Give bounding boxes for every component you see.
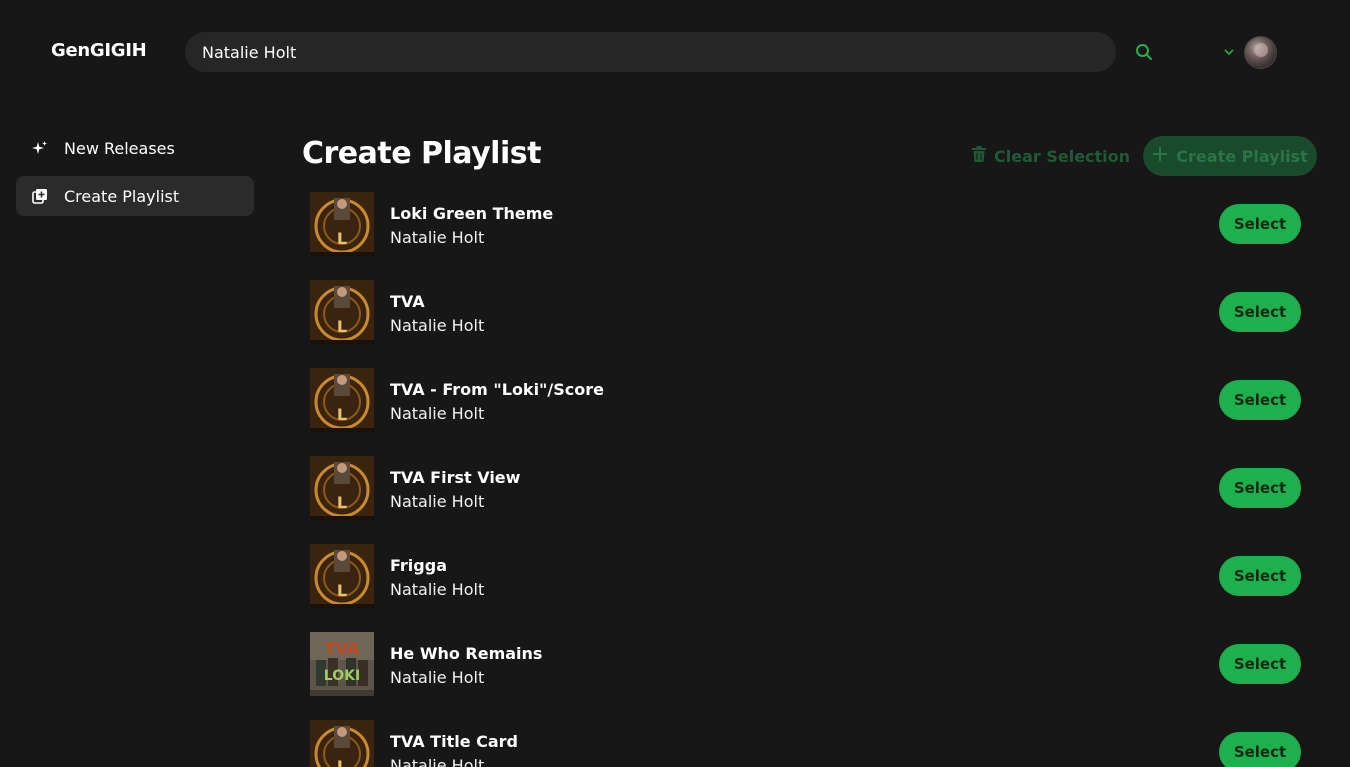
search-bar[interactable] xyxy=(185,32,1116,72)
track-info: TVA Natalie Holt xyxy=(390,290,484,338)
page-title: Create Playlist xyxy=(302,136,541,171)
track-info: TVA First View Natalie Holt xyxy=(390,466,520,514)
track-row: L Frigga Natalie Holt Select xyxy=(302,538,1317,626)
svg-text:LOKI: LOKI xyxy=(324,668,360,684)
svg-text:L: L xyxy=(337,405,347,424)
track-row: L TVA Title Card Natalie Holt Select xyxy=(302,714,1317,767)
select-button[interactable]: Select xyxy=(1219,204,1301,244)
chevron-down-icon[interactable] xyxy=(1222,45,1236,59)
plus-icon xyxy=(1152,146,1168,166)
trash-icon xyxy=(972,146,986,166)
search-input[interactable] xyxy=(202,42,1116,62)
avatar[interactable] xyxy=(1244,36,1277,69)
track-title: TVA - From "Loki"/Score xyxy=(390,380,604,399)
album-cover: L xyxy=(310,280,374,344)
select-button[interactable]: Select xyxy=(1219,644,1301,684)
sidebar-item-new-releases[interactable]: New Releases xyxy=(16,128,254,168)
track-title: He Who Remains xyxy=(390,644,543,663)
track-row: L TVA First View Natalie Holt Select xyxy=(302,450,1317,538)
track-info: TVA Title Card Natalie Holt xyxy=(390,730,518,767)
album-cover: L xyxy=(310,456,374,520)
track-artist: Natalie Holt xyxy=(390,492,485,511)
svg-text:L: L xyxy=(337,581,347,600)
select-button[interactable]: Select xyxy=(1219,292,1301,332)
track-info: Loki Green Theme Natalie Holt xyxy=(390,202,553,250)
album-cover: L xyxy=(310,720,374,767)
track-artist: Natalie Holt xyxy=(390,756,485,767)
sparkle-icon xyxy=(32,140,48,156)
svg-text:TVA: TVA xyxy=(325,639,360,658)
track-artist: Natalie Holt xyxy=(390,580,485,599)
track-artist: Natalie Holt xyxy=(390,404,485,423)
track-artist: Natalie Holt xyxy=(390,316,485,335)
sidebar-item-create-playlist[interactable]: Create Playlist xyxy=(16,176,254,216)
svg-text:L: L xyxy=(337,317,347,336)
create-playlist-button[interactable]: Create Playlist xyxy=(1143,136,1317,176)
select-button[interactable]: Select xyxy=(1219,380,1301,420)
album-cover: L xyxy=(310,544,374,608)
track-row: L Loki Green Theme Natalie Holt Select xyxy=(302,186,1317,274)
svg-text:L: L xyxy=(337,229,347,248)
svg-text:L: L xyxy=(337,757,347,767)
svg-text:L: L xyxy=(337,493,347,512)
track-row: L TVA Natalie Holt Select xyxy=(302,274,1317,362)
playlist-add-icon xyxy=(32,188,48,204)
album-cover: TVA LOKI xyxy=(310,632,374,696)
track-title: TVA xyxy=(390,292,425,311)
sidebar-item-label: Create Playlist xyxy=(64,186,180,206)
app-root: GenGIGIH New Releases xyxy=(0,0,1350,767)
track-title: TVA First View xyxy=(390,468,521,487)
track-row: L TVA - From "Loki"/Score Natalie Holt S… xyxy=(302,362,1317,450)
create-playlist-label: Create Playlist xyxy=(1176,146,1308,166)
track-title: Frigga xyxy=(390,556,447,575)
select-button[interactable]: Select xyxy=(1219,732,1301,767)
search-icon[interactable] xyxy=(1133,41,1155,63)
track-row: TVA LOKI He Who Remains Natalie Holt Sel… xyxy=(302,626,1317,714)
track-title: TVA Title Card xyxy=(390,732,518,751)
album-cover: L xyxy=(310,192,374,256)
sidebar: New Releases Create Playlist xyxy=(16,128,254,224)
album-cover: L xyxy=(310,368,374,432)
select-button[interactable]: Select xyxy=(1219,468,1301,508)
app-logo[interactable]: GenGIGIH xyxy=(51,40,147,61)
track-title: Loki Green Theme xyxy=(390,204,554,223)
track-artist: Natalie Holt xyxy=(390,668,485,687)
track-info: TVA - From "Loki"/Score Natalie Holt xyxy=(390,378,604,426)
select-button[interactable]: Select xyxy=(1219,556,1301,596)
track-info: He Who Remains Natalie Holt xyxy=(390,642,542,690)
sidebar-item-label: New Releases xyxy=(64,138,175,158)
track-artist: Natalie Holt xyxy=(390,228,485,247)
clear-selection-button[interactable]: Clear Selection xyxy=(966,138,1136,174)
track-info: Frigga Natalie Holt xyxy=(390,554,484,602)
track-list: L Loki Green Theme Natalie Holt Select L xyxy=(302,186,1317,767)
clear-selection-label: Clear Selection xyxy=(994,146,1131,166)
